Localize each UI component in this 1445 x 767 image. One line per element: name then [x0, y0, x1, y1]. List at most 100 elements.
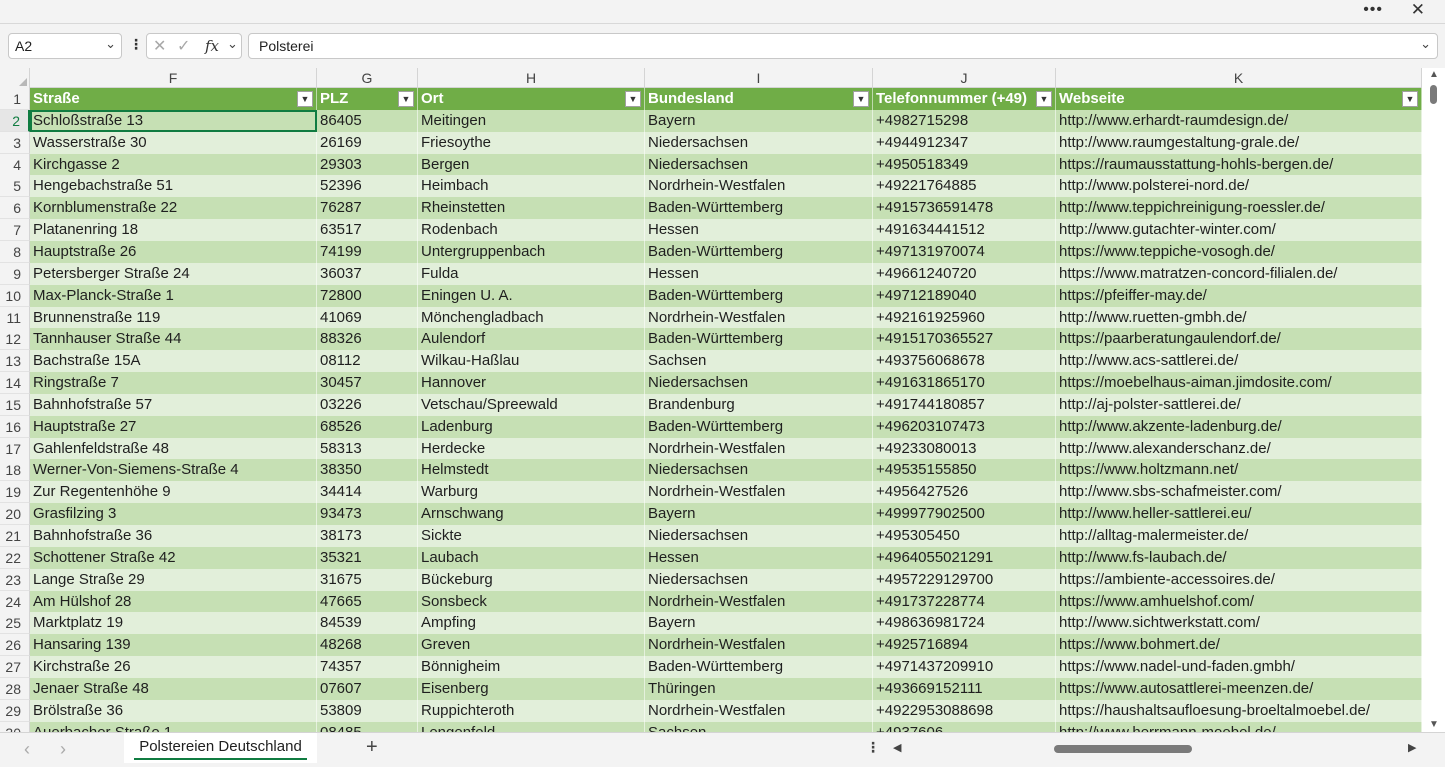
table-cell[interactable]: http://www.polsterei-nord.de/: [1056, 175, 1422, 198]
vertical-scroll-thumb[interactable]: [1430, 85, 1437, 104]
table-cell[interactable]: 86405: [317, 109, 418, 132]
table-cell[interactable]: Grasfilzing 3: [30, 503, 317, 526]
close-icon[interactable]: ✕: [1411, 0, 1425, 20]
table-cell[interactable]: Bergen: [418, 153, 645, 176]
table-cell[interactable]: Jenaer Straße 48: [30, 677, 317, 700]
row-number[interactable]: 4: [0, 153, 30, 176]
more-options-icon[interactable]: •••: [1363, 1, 1383, 19]
scroll-left-icon[interactable]: ◀: [893, 741, 901, 754]
row-number[interactable]: 11: [0, 306, 30, 329]
table-cell[interactable]: 38350: [317, 459, 418, 482]
formula-input[interactable]: Polsterei ⌄: [248, 33, 1438, 59]
filter-dropdown-icon[interactable]: ▼: [625, 91, 641, 107]
row-number[interactable]: 24: [0, 590, 30, 613]
table-cell[interactable]: +492161925960: [873, 306, 1056, 329]
row-number[interactable]: 25: [0, 612, 30, 635]
table-cell[interactable]: Bayern: [645, 612, 873, 635]
table-cell[interactable]: Sachsen: [645, 721, 873, 732]
table-cell[interactable]: https://paarberatungaulendorf.de/: [1056, 328, 1422, 351]
row-number[interactable]: 10: [0, 284, 30, 307]
table-cell[interactable]: +49712189040: [873, 284, 1056, 307]
table-cell[interactable]: +4956427526: [873, 481, 1056, 504]
table-cell[interactable]: 88326: [317, 328, 418, 351]
table-cell[interactable]: 68526: [317, 415, 418, 438]
table-cell[interactable]: Kornblumenstraße 22: [30, 197, 317, 220]
vertical-dots-icon[interactable]: ⋮: [129, 36, 143, 53]
row-number[interactable]: 29: [0, 699, 30, 722]
table-cell[interactable]: +491634441512: [873, 219, 1056, 242]
table-cell[interactable]: 35321: [317, 546, 418, 569]
table-cell[interactable]: https://ambiente-accessoires.de/: [1056, 568, 1422, 591]
table-cell[interactable]: Nordrhein-Westfalen: [645, 699, 873, 722]
table-cell[interactable]: https://www.bohmert.de/: [1056, 634, 1422, 657]
row-number[interactable]: 12: [0, 328, 30, 351]
table-cell[interactable]: +4925716894: [873, 634, 1056, 657]
row-number[interactable]: 27: [0, 656, 30, 679]
table-cell[interactable]: Hengebachstraße 51: [30, 175, 317, 198]
table-cell[interactable]: +49661240720: [873, 262, 1056, 285]
table-cell[interactable]: +498636981724: [873, 612, 1056, 635]
table-cell[interactable]: Hessen: [645, 219, 873, 242]
table-cell[interactable]: Eisenberg: [418, 677, 645, 700]
table-cell[interactable]: Niedersachsen: [645, 153, 873, 176]
chevron-down-icon[interactable]: ⌄: [105, 36, 116, 52]
row-number[interactable]: 28: [0, 677, 30, 700]
filter-dropdown-icon[interactable]: ▼: [1402, 91, 1418, 107]
filter-dropdown-icon[interactable]: ▼: [853, 91, 869, 107]
table-cell[interactable]: Werner-Von-Siemens-Straße 4: [30, 459, 317, 482]
table-cell[interactable]: +499977902500: [873, 503, 1056, 526]
sheet-tab-active[interactable]: Polstereien Deutschland: [124, 733, 317, 763]
table-cell[interactable]: http://www.sichtwerkstatt.com/: [1056, 612, 1422, 635]
table-cell[interactable]: 48268: [317, 634, 418, 657]
table-cell[interactable]: Warburg: [418, 481, 645, 504]
table-cell[interactable]: Niedersachsen: [645, 568, 873, 591]
table-cell[interactable]: Schloßstraße 13: [30, 109, 317, 132]
table-cell[interactable]: 47665: [317, 590, 418, 613]
column-header-f[interactable]: F: [30, 68, 317, 88]
row-number[interactable]: 19: [0, 481, 30, 504]
table-cell[interactable]: Baden-Württemberg: [645, 656, 873, 679]
table-cell[interactable]: Hessen: [645, 546, 873, 569]
row-number[interactable]: 13: [0, 350, 30, 373]
table-cell[interactable]: https://pfeiffer-may.de/: [1056, 284, 1422, 307]
table-cell[interactable]: +49535155850: [873, 459, 1056, 482]
table-cell[interactable]: Hansaring 139: [30, 634, 317, 657]
table-cell[interactable]: Ampfing: [418, 612, 645, 635]
table-cell[interactable]: +4957229129700: [873, 568, 1056, 591]
table-cell[interactable]: Bahnhofstraße 36: [30, 525, 317, 547]
table-cell[interactable]: +491737228774: [873, 590, 1056, 613]
table-cell[interactable]: http://www.sbs-schafmeister.com/: [1056, 481, 1422, 504]
table-cell[interactable]: Brunnenstraße 119: [30, 306, 317, 329]
table-cell[interactable]: +4922953088698: [873, 699, 1056, 722]
table-cell[interactable]: 84539: [317, 612, 418, 635]
table-cell[interactable]: 07607: [317, 677, 418, 700]
table-cell[interactable]: 63517: [317, 219, 418, 242]
table-cell[interactable]: Nordrhein-Westfalen: [645, 634, 873, 657]
table-cell[interactable]: +491631865170: [873, 372, 1056, 395]
column-header-h[interactable]: H: [418, 68, 645, 88]
table-cell[interactable]: http://www.erhardt-raumdesign.de/: [1056, 109, 1422, 132]
table-cell[interactable]: Fulda: [418, 262, 645, 285]
previous-sheet-icon[interactable]: ‹: [24, 739, 30, 760]
table-cell[interactable]: Bayern: [645, 503, 873, 526]
enter-icon[interactable]: ✓: [177, 36, 190, 56]
table-cell[interactable]: 74199: [317, 240, 418, 263]
table-cell[interactable]: Lange Straße 29: [30, 568, 317, 591]
table-cell[interactable]: 93473: [317, 503, 418, 526]
table-cell[interactable]: +496203107473: [873, 415, 1056, 438]
table-cell[interactable]: Untergruppenbach: [418, 240, 645, 263]
table-cell[interactable]: Niedersachsen: [645, 131, 873, 154]
header-cell[interactable]: Bundesland ▼: [645, 88, 873, 110]
row-number[interactable]: 26: [0, 634, 30, 657]
table-cell[interactable]: Nordrhein-Westfalen: [645, 437, 873, 460]
table-cell[interactable]: Gahlenfeldstraße 48: [30, 437, 317, 460]
table-cell[interactable]: http://www.teppichreinigung-roessler.de/: [1056, 197, 1422, 220]
table-cell[interactable]: Brandenburg: [645, 393, 873, 416]
table-cell[interactable]: Max-Planck-Straße 1: [30, 284, 317, 307]
table-cell[interactable]: 34414: [317, 481, 418, 504]
table-cell[interactable]: http://www.fs-laubach.de/: [1056, 546, 1422, 569]
table-cell[interactable]: http://www.raumgestaltung-grale.de/: [1056, 131, 1422, 154]
table-cell[interactable]: 31675: [317, 568, 418, 591]
table-cell[interactable]: Niedersachsen: [645, 372, 873, 395]
table-cell[interactable]: 52396: [317, 175, 418, 198]
